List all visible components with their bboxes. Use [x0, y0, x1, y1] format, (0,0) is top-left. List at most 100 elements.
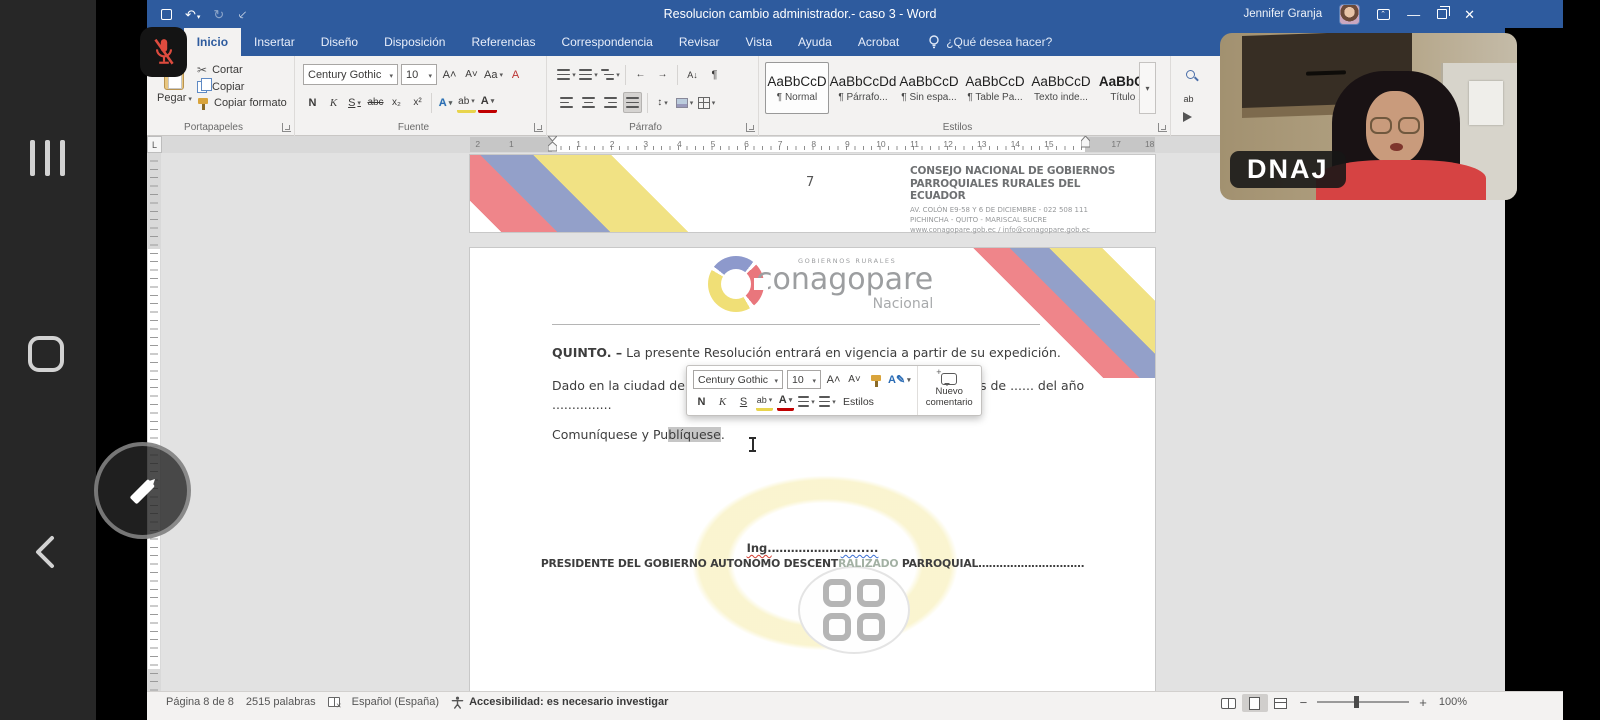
ribbon-tab[interactable]: Ayuda: [785, 28, 845, 56]
shrink-font-button[interactable]: A˅: [462, 64, 481, 85]
cut-button[interactable]: ✂ Cortar: [197, 63, 287, 77]
page-8[interactable]: GOBIERNOS RURALES conagopare Nacional QU…: [470, 248, 1155, 691]
font-size-combo[interactable]: 10: [401, 64, 437, 85]
account-name[interactable]: Jennifer Granja: [1243, 8, 1322, 20]
mini-numbering-button[interactable]: [819, 392, 836, 411]
line-spacing-button[interactable]: ↕: [653, 92, 672, 113]
zoom-slider-thumb[interactable]: [1354, 696, 1359, 708]
home-icon[interactable]: [28, 336, 64, 372]
ribbon-tab[interactable]: Revisar: [666, 28, 733, 56]
justify-button[interactable]: [623, 92, 642, 113]
align-right-button[interactable]: [601, 92, 620, 113]
bullets-button[interactable]: [557, 64, 576, 85]
mini-highlight-button[interactable]: ab: [756, 392, 773, 411]
style-card[interactable]: AaBbCcD ¶ Normal: [765, 62, 829, 114]
align-center-button[interactable]: [579, 92, 598, 113]
copy-button[interactable]: Copiar: [197, 81, 287, 93]
underline-button[interactable]: S: [345, 92, 364, 113]
annotate-pencil-button[interactable]: [94, 442, 191, 539]
ribbon-tab[interactable]: Disposición: [371, 28, 458, 56]
sort-button[interactable]: A↓: [683, 64, 702, 85]
mini-italic-button[interactable]: K: [714, 392, 731, 411]
increase-indent-button[interactable]: →: [653, 64, 672, 85]
superscript-button[interactable]: x²: [408, 92, 427, 113]
change-case-button[interactable]: Aa: [484, 64, 503, 85]
redo-button[interactable]: ↻: [213, 8, 224, 21]
microphone-muted-button[interactable]: [140, 27, 187, 77]
restore-button[interactable]: [1437, 9, 1447, 19]
text-effects-button[interactable]: A: [436, 92, 455, 113]
ribbon-tab[interactable]: Vista: [733, 28, 785, 56]
mini-underline-button[interactable]: S: [735, 392, 752, 411]
style-card[interactable]: AaBbCcDd ¶ Párrafo...: [831, 62, 895, 114]
undo-button[interactable]: ↶▾: [185, 8, 200, 21]
style-card[interactable]: AaBbCcD ¶ Sin espa...: [897, 62, 961, 114]
borders-button[interactable]: [697, 92, 716, 113]
strikethrough-button[interactable]: abc: [366, 92, 385, 113]
mini-font-family-combo[interactable]: Century Gothic: [693, 370, 783, 389]
zoom-slider[interactable]: [1317, 701, 1409, 703]
grow-font-button[interactable]: A˄: [440, 64, 459, 85]
ribbon-tab[interactable]: Diseño: [308, 28, 371, 56]
highlight-button[interactable]: ab: [457, 92, 476, 113]
more-styles-button[interactable]: ▾: [1139, 62, 1156, 114]
mini-font-size-combo[interactable]: 10: [787, 370, 821, 389]
numbering-button[interactable]: [579, 64, 598, 85]
save-icon[interactable]: [161, 9, 172, 20]
format-painter-button[interactable]: Copiar formato: [197, 97, 287, 109]
multilevel-list-button[interactable]: [601, 64, 620, 85]
document-canvas[interactable]: 7 CONSEJO NACIONAL DE GOBIERNOS PARROQUI…: [147, 153, 1563, 691]
paragraph-dialog-launcher[interactable]: [746, 123, 755, 132]
ribbon-tab[interactable]: Inicio: [184, 28, 241, 56]
page-7[interactable]: 7 CONSEJO NACIONAL DE GOBIERNOS PARROQUI…: [470, 155, 1155, 232]
zoom-in-button[interactable]: +: [1413, 694, 1433, 710]
status-language[interactable]: Español (España): [346, 694, 445, 710]
account-avatar[interactable]: [1339, 4, 1360, 25]
qat-customize-button[interactable]: ⸔: [237, 8, 247, 21]
ribbon-display-options-icon[interactable]: [1377, 9, 1390, 20]
minimize-button[interactable]: —: [1407, 8, 1420, 21]
mini-font-color-button[interactable]: A: [777, 392, 794, 411]
status-page-count[interactable]: Página 8 de 8: [160, 694, 240, 710]
status-accessibility[interactable]: Accesibilidad: es necesario investigar: [445, 694, 674, 710]
recents-icon[interactable]: [30, 140, 65, 176]
mini-bullets-button[interactable]: [798, 392, 815, 411]
clipboard-dialog-launcher[interactable]: [282, 123, 291, 132]
print-layout-button[interactable]: [1242, 694, 1268, 712]
style-card[interactable]: AaBbCcD Texto inde...: [1029, 62, 1093, 114]
find-button[interactable]: [1181, 64, 1200, 85]
subscript-button[interactable]: x₂: [387, 92, 406, 113]
zoom-out-button[interactable]: −: [1294, 694, 1314, 710]
status-proofing[interactable]: [322, 694, 346, 710]
italic-button[interactable]: K: [324, 92, 343, 113]
tell-me-box[interactable]: ¿Qué desea hacer?: [928, 28, 1052, 56]
mini-bold-button[interactable]: N: [693, 392, 710, 411]
mini-grow-font-button[interactable]: A˄: [825, 370, 842, 389]
read-mode-button[interactable]: [1216, 694, 1242, 712]
tab-selector[interactable]: L: [147, 136, 162, 153]
decrease-indent-button[interactable]: ←: [631, 64, 650, 85]
zoom-level[interactable]: 100%: [1433, 694, 1473, 710]
mini-styles-button[interactable]: Estilos: [840, 392, 877, 411]
mini-styles-pen-button[interactable]: A✎: [888, 370, 911, 389]
back-icon[interactable]: [32, 534, 58, 570]
styles-dialog-launcher[interactable]: [1158, 123, 1167, 132]
align-left-button[interactable]: [557, 92, 576, 113]
mini-format-painter-button[interactable]: [867, 370, 884, 389]
close-button[interactable]: ✕: [1464, 8, 1475, 21]
font-dialog-launcher[interactable]: [534, 123, 543, 132]
replace-button[interactable]: ab: [1179, 88, 1198, 109]
participant-video-tile[interactable]: DNAJ: [1220, 33, 1517, 200]
status-word-count[interactable]: 2515 palabras: [240, 694, 322, 710]
ribbon-tab[interactable]: Correspondencia: [548, 28, 665, 56]
ribbon-tab[interactable]: Referencias: [458, 28, 548, 56]
ribbon-tab[interactable]: Acrobat: [845, 28, 912, 56]
web-layout-button[interactable]: [1268, 694, 1294, 712]
new-comment-button[interactable]: Nuevocomentario: [917, 366, 981, 415]
ribbon-tab[interactable]: Insertar: [241, 28, 308, 56]
style-card[interactable]: AaBbCcD ¶ Table Pa...: [963, 62, 1027, 114]
clear-formatting-button[interactable]: A: [506, 64, 525, 85]
bold-button[interactable]: N: [303, 92, 322, 113]
font-family-combo[interactable]: Century Gothic: [303, 64, 398, 85]
shading-button[interactable]: [675, 92, 694, 113]
